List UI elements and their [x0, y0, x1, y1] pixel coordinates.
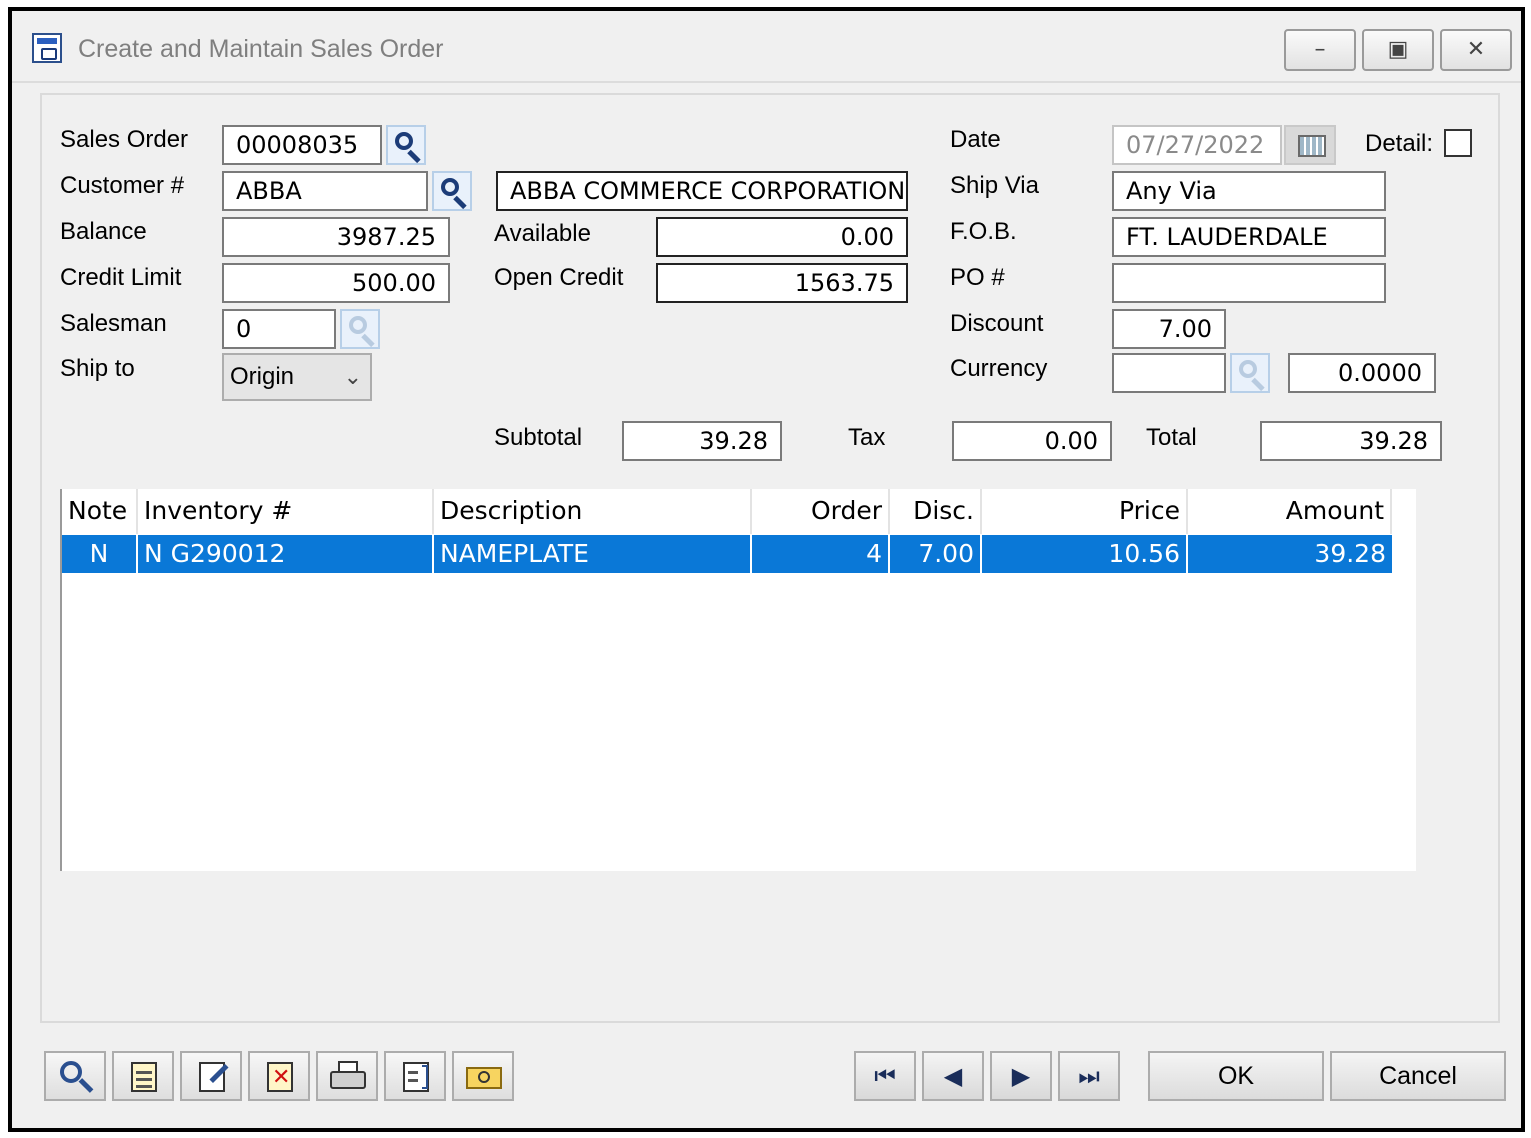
last-record-button[interactable]: ⏭ — [1058, 1051, 1120, 1101]
ok-button[interactable]: OK — [1148, 1051, 1324, 1101]
row-amount: 39.28 — [1314, 539, 1386, 568]
close-button[interactable]: ✕ — [1440, 29, 1512, 71]
sales-order-label: Sales Order — [60, 126, 189, 153]
ship-to-label: Ship to — [60, 355, 135, 382]
search-icon — [395, 132, 413, 150]
order-lines-grid[interactable]: Note Inventory # Description Order Disc.… — [60, 489, 1416, 871]
credit-limit-field[interactable]: 500.00 — [222, 263, 450, 303]
window-title: Create and Maintain Sales Order — [78, 35, 444, 63]
date-field[interactable]: 07/27/2022 — [1112, 125, 1282, 165]
detail-checkbox[interactable] — [1444, 129, 1472, 157]
fob-label: F.O.B. — [950, 218, 1017, 245]
currency-rate-field[interactable]: 0.0000 — [1288, 353, 1436, 393]
column-header-price[interactable]: Price — [982, 489, 1188, 534]
open-credit-label: Open Credit — [494, 264, 624, 291]
customer-lookup-button[interactable] — [432, 171, 472, 211]
tax-label: Tax — [848, 424, 886, 451]
search-icon — [349, 316, 367, 334]
salesman-field[interactable]: 0 — [222, 309, 336, 349]
ship-via-field[interactable]: Any Via — [1112, 171, 1386, 211]
po-label: PO # — [950, 264, 1005, 291]
ship-to-select[interactable]: Origin ⌄ — [222, 353, 372, 401]
title-bar: Create and Maintain Sales Order – ▣ ✕ — [12, 11, 1521, 83]
print-icon — [330, 1071, 366, 1089]
date-label: Date — [950, 126, 1001, 153]
delete-button[interactable]: ✕ — [248, 1051, 310, 1101]
sales-order-lookup-button[interactable] — [386, 125, 426, 165]
copy-button[interactable] — [384, 1051, 446, 1101]
table-row[interactable]: N N G290012 NAMEPLATE 4 7.00 10.56 39.28 — [62, 535, 1392, 573]
salesman-label: Salesman — [60, 310, 167, 337]
sales-order-field[interactable]: 00008035 — [222, 125, 382, 165]
total-label: Total — [1146, 424, 1197, 451]
subtotal-field[interactable]: 39.28 — [622, 421, 782, 461]
column-header-inventory[interactable]: Inventory # — [138, 489, 434, 534]
previous-record-button[interactable]: ◀ — [922, 1051, 984, 1101]
print-button[interactable] — [316, 1051, 378, 1101]
discount-field[interactable]: 7.00 — [1112, 309, 1226, 349]
balance-field[interactable]: 3987.25 — [222, 217, 450, 257]
salesman-lookup-button[interactable] — [340, 309, 380, 349]
app-icon — [32, 33, 62, 63]
find-button[interactable] — [44, 1051, 106, 1101]
restore-button[interactable]: ▣ — [1362, 29, 1434, 71]
detail-label: Detail: — [1365, 130, 1434, 157]
total-field[interactable]: 39.28 — [1260, 421, 1442, 461]
column-header-order[interactable]: Order — [752, 489, 890, 534]
available-label: Available — [494, 220, 591, 247]
column-header-description[interactable]: Description — [434, 489, 752, 534]
first-record-button[interactable]: ⏮ — [854, 1051, 916, 1101]
calendar-icon — [1298, 135, 1326, 157]
customer-field[interactable]: ABBA — [222, 171, 428, 211]
currency-label: Currency — [950, 355, 1048, 382]
ship-via-label: Ship Via — [950, 172, 1039, 199]
balance-label: Balance — [60, 218, 147, 245]
ship-to-value: Origin — [230, 363, 295, 390]
discount-label: Discount — [950, 310, 1044, 337]
po-field[interactable] — [1112, 263, 1386, 303]
next-record-button[interactable]: ▶ — [990, 1051, 1052, 1101]
column-header-note[interactable]: Note — [62, 489, 138, 534]
customer-name-field[interactable]: ABBA COMMERCE CORPORATION — [496, 171, 908, 211]
tax-field[interactable]: 0.00 — [952, 421, 1112, 461]
open-credit-field[interactable]: 1563.75 — [656, 263, 908, 303]
attach-button[interactable] — [452, 1051, 514, 1101]
currency-lookup-button[interactable] — [1230, 353, 1270, 393]
chevron-down-icon: ⌄ — [343, 364, 362, 389]
available-field[interactable]: 0.00 — [656, 217, 908, 257]
customer-label: Customer # — [60, 172, 185, 199]
row-note: N — [62, 535, 138, 573]
sales-order-window: Create and Maintain Sales Order – ▣ ✕ Sa… — [8, 7, 1525, 1132]
row-order: 4 — [752, 535, 890, 573]
search-icon — [441, 178, 459, 196]
grid-header: Note Inventory # Description Order Disc.… — [62, 489, 1392, 534]
column-header-amount[interactable]: Amount — [1188, 489, 1392, 534]
currency-field[interactable] — [1112, 353, 1226, 393]
edit-button[interactable] — [180, 1051, 242, 1101]
row-price: 10.56 — [982, 535, 1188, 573]
column-header-disc[interactable]: Disc. — [890, 489, 982, 534]
row-inventory: N G290012 — [138, 535, 434, 573]
row-disc: 7.00 — [890, 535, 982, 573]
cancel-button[interactable]: Cancel — [1330, 1051, 1506, 1101]
search-icon — [1239, 360, 1257, 378]
credit-limit-label: Credit Limit — [60, 264, 182, 291]
minimize-button[interactable]: – — [1284, 29, 1356, 71]
subtotal-label: Subtotal — [494, 424, 583, 451]
calendar-button[interactable] — [1284, 125, 1336, 165]
fob-field[interactable]: FT. LAUDERDALE — [1112, 217, 1386, 257]
row-description: NAMEPLATE — [434, 535, 752, 573]
document-button[interactable] — [112, 1051, 174, 1101]
